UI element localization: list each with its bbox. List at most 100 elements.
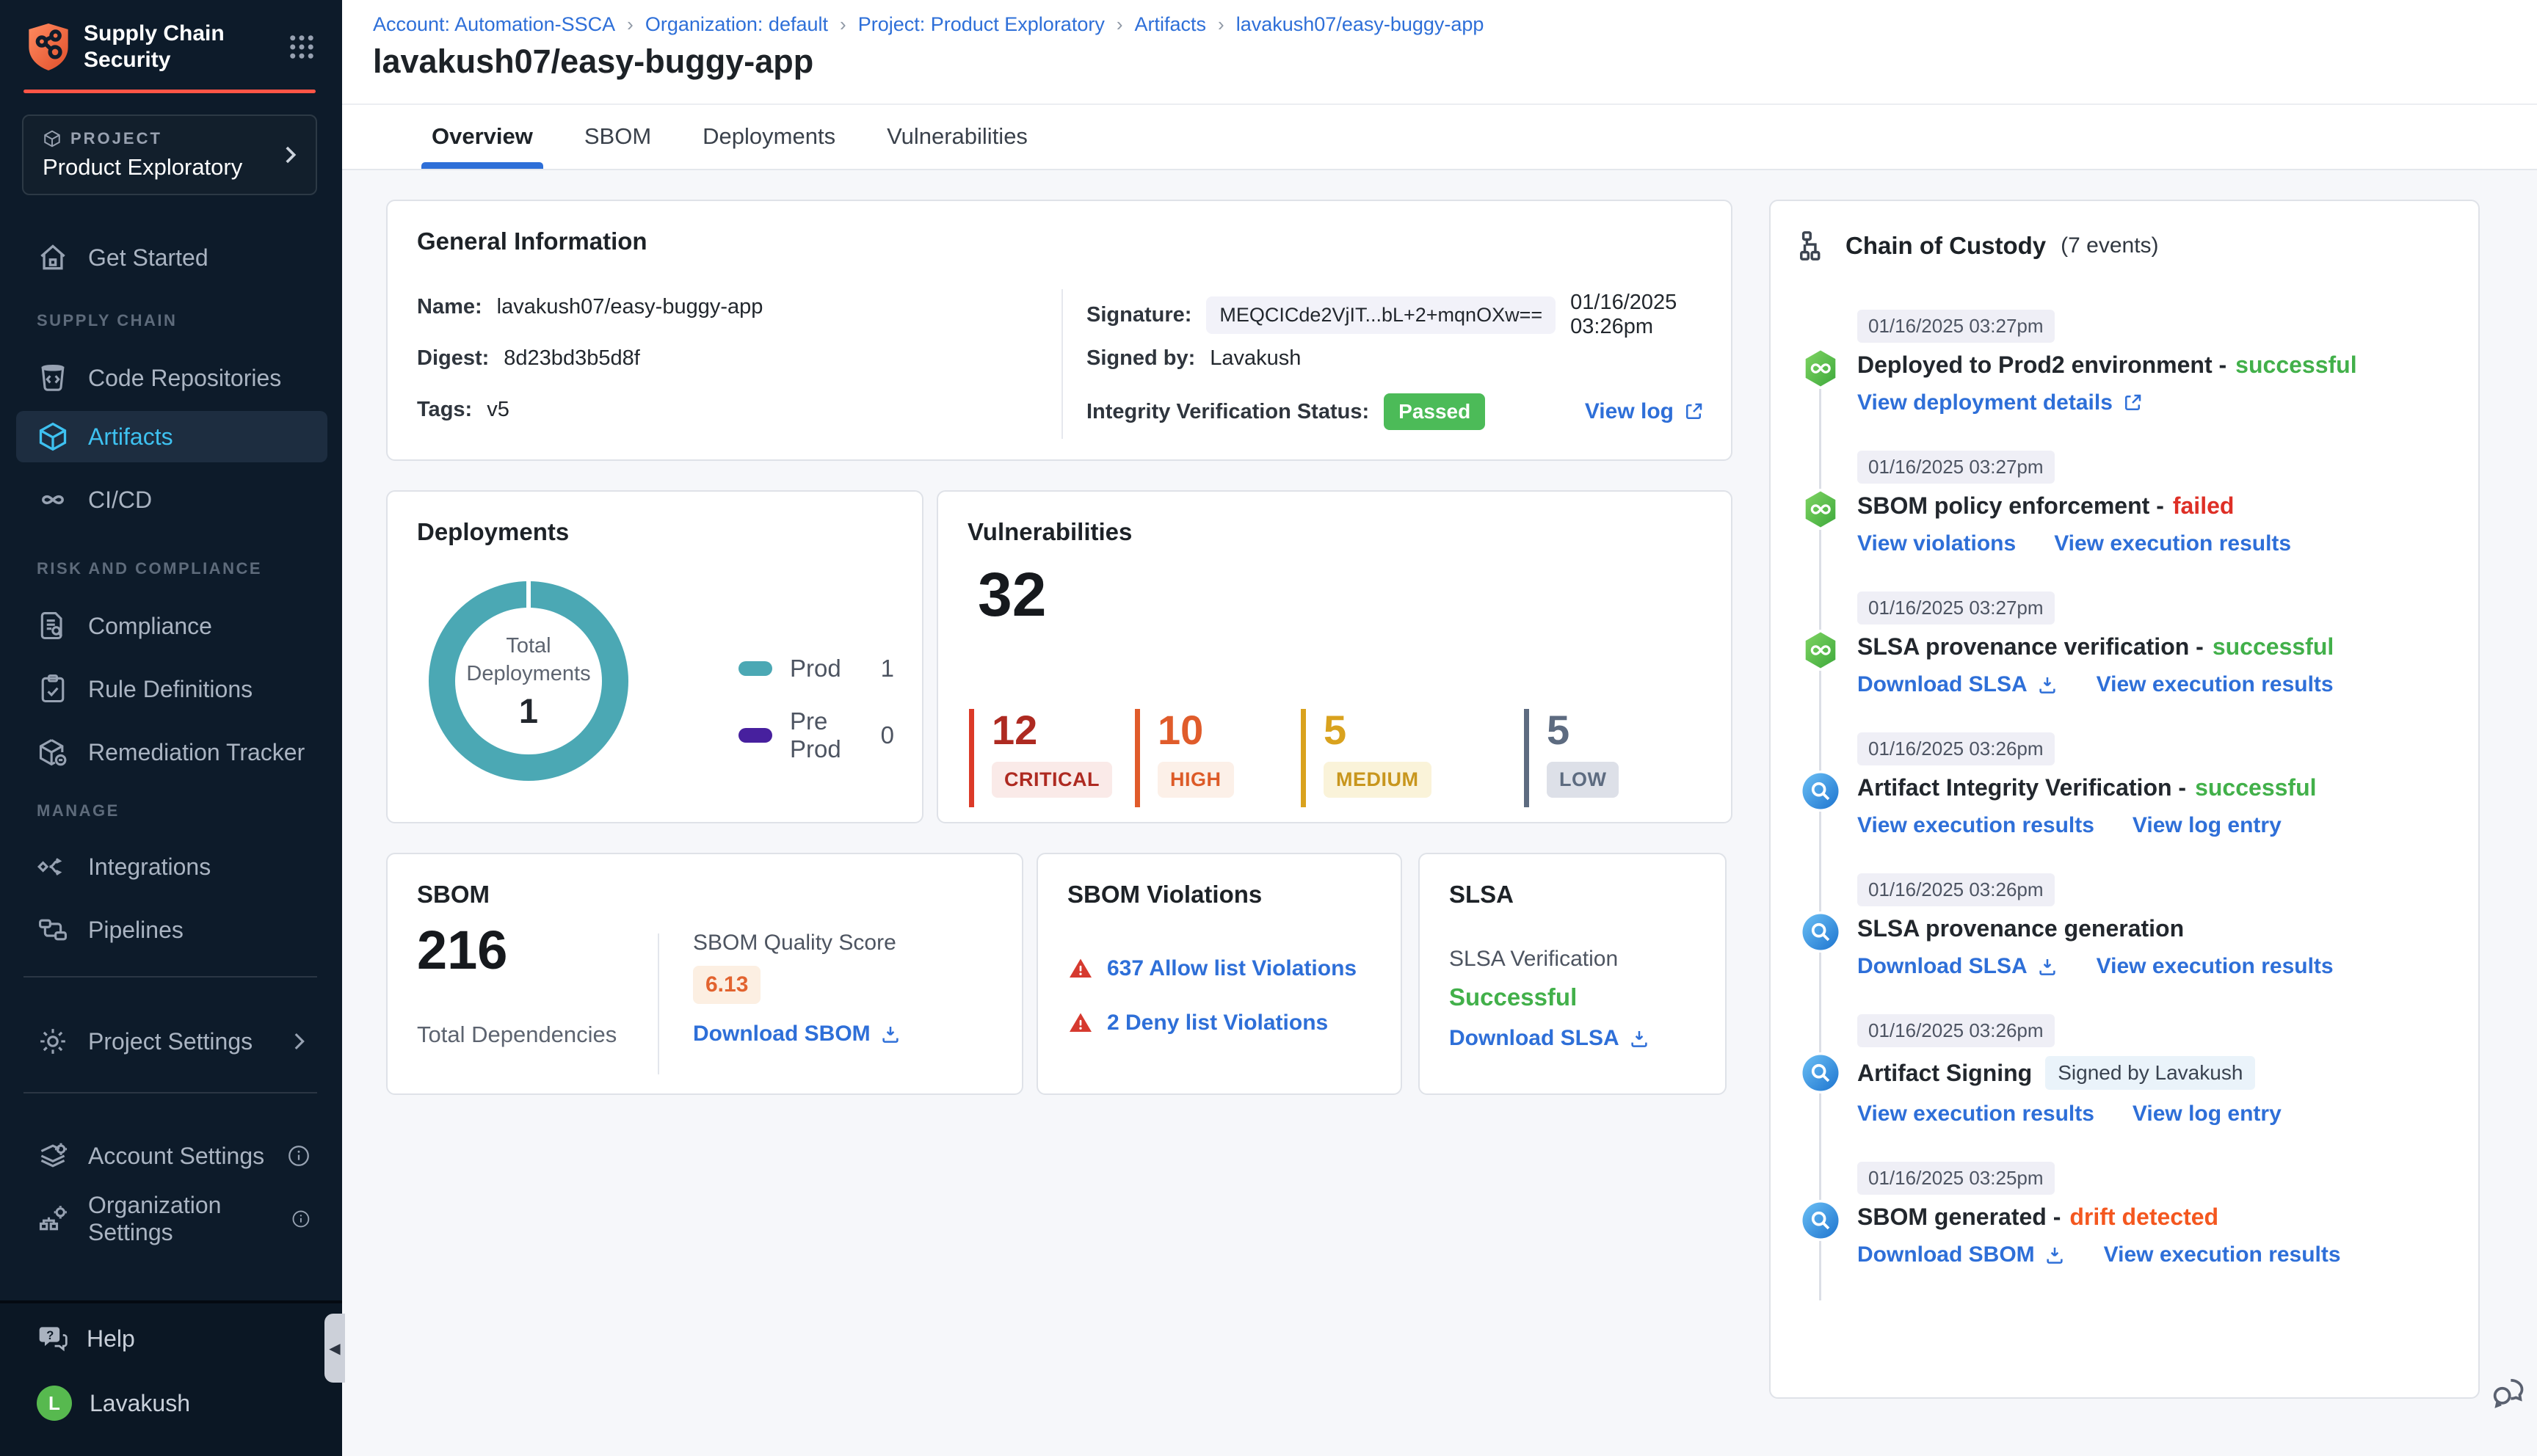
- deny-list-violations-link[interactable]: 2 Deny list Violations: [1107, 1011, 1328, 1035]
- sidebar-item-integrations[interactable]: Integrations: [16, 841, 327, 892]
- shield-logo-icon: [29, 23, 68, 70]
- view-log-entry-link[interactable]: View log entry: [2133, 813, 2282, 838]
- sidebar-item-project-settings[interactable]: Project Settings: [16, 1016, 327, 1067]
- project-selector[interactable]: PROJECT Product Exploratory: [22, 114, 317, 195]
- pipeline-hexagon-icon: [1800, 489, 1841, 530]
- chain-of-custody-panel: Chain of Custody (7 events) 01/16/2025 0…: [1769, 200, 2480, 1399]
- event-timestamp: 01/16/2025 03:26pm: [1857, 873, 2055, 906]
- sidebar-item-account-settings[interactable]: Account Settings: [16, 1130, 327, 1182]
- sidebar-item-pipelines[interactable]: Pipelines: [16, 904, 327, 956]
- download-slsa-link[interactable]: Download SLSA: [1857, 954, 2058, 979]
- breadcrumb-separator: ›: [1116, 13, 1123, 35]
- download-sbom-link[interactable]: Download SBOM: [1857, 1242, 2066, 1267]
- view-violations-link[interactable]: View violations: [1857, 531, 2016, 556]
- signed-by-value: Lavakush: [1210, 346, 1302, 370]
- sidebar-item-get-started[interactable]: Get Started: [16, 232, 327, 283]
- sidebar-item-rule-definitions[interactable]: Rule Definitions: [16, 663, 327, 715]
- tags-label: Tags:: [417, 398, 473, 421]
- breadcrumb-organization[interactable]: Organization: default: [645, 13, 828, 36]
- chevron-right-icon: [294, 1033, 305, 1050]
- allow-list-violations-link[interactable]: 637 Allow list Violations: [1107, 956, 1357, 981]
- download-slsa-link[interactable]: Download SLSA: [1857, 672, 2058, 697]
- view-execution-results-link[interactable]: View execution results: [2104, 1242, 2341, 1267]
- view-execution-results-link[interactable]: View execution results: [1857, 813, 2094, 838]
- download-icon: [2047, 1248, 2063, 1264]
- gear-icon: [40, 1029, 65, 1054]
- breadcrumb-current[interactable]: lavakush07/easy-buggy-app: [1236, 13, 1484, 36]
- breadcrumb-project[interactable]: Project: Product Exploratory: [858, 13, 1105, 36]
- view-log-entry-link[interactable]: View log entry: [2133, 1102, 2282, 1126]
- event-status: successful: [2235, 352, 2357, 378]
- card-title: Deployments: [417, 518, 570, 545]
- severity-badge: MEDIUM: [1324, 762, 1431, 798]
- integrity-status-label: Integrity Verification Status:: [1086, 399, 1370, 423]
- tab-bar: Overview SBOM Deployments Vulnerabilitie…: [421, 104, 1035, 169]
- signature-label: Signature:: [1086, 302, 1192, 327]
- view-log-link[interactable]: View log: [1585, 399, 1705, 424]
- breadcrumb-account[interactable]: Account: Automation-SSCA: [373, 13, 615, 36]
- svg-text:?: ?: [46, 1329, 54, 1342]
- event-timestamp: 01/16/2025 03:27pm: [1857, 310, 2055, 343]
- sidebar-item-artifacts[interactable]: Artifacts: [16, 411, 327, 462]
- support-chat-icon[interactable]: [2489, 1371, 2530, 1412]
- severity-medium: 5 MEDIUM: [1301, 709, 1431, 807]
- tab-vulnerabilities[interactable]: Vulnerabilities: [879, 104, 1035, 169]
- breadcrumb-artifacts[interactable]: Artifacts: [1135, 13, 1207, 36]
- legend-item-preprod: Pre Prod 0: [738, 707, 894, 763]
- sidebar-item-cicd[interactable]: CI/CD: [16, 474, 327, 525]
- sbom-violations-card: SBOM Violations 637 Allow list Violation…: [1037, 853, 1402, 1095]
- view-execution-results-link[interactable]: View execution results: [2097, 954, 2334, 979]
- user-menu[interactable]: L Lavakush: [37, 1386, 190, 1421]
- sidebar-collapse-handle[interactable]: ◀: [324, 1314, 345, 1383]
- preprod-count: 0: [880, 721, 894, 749]
- coc-event-artifact-signing: 01/16/2025 03:26pm Artifact Signing Sign…: [1800, 1014, 2452, 1126]
- help-label: Help: [87, 1325, 135, 1352]
- sidebar-item-remediation-tracker[interactable]: Remediation Tracker: [16, 727, 327, 778]
- tab-sbom[interactable]: SBOM: [577, 104, 658, 169]
- vertical-divider: [1061, 289, 1063, 439]
- breadcrumb-separator: ›: [840, 13, 846, 35]
- tab-overview[interactable]: Overview: [421, 104, 543, 169]
- vulnerabilities-card: Vulnerabilities 32 12 CRITICAL 10 HIGH 5…: [937, 490, 1732, 823]
- apps-grid-icon[interactable]: [286, 32, 317, 62]
- sbom-quality-score-label: SBOM Quality Score: [693, 931, 896, 955]
- external-link-icon: [2124, 394, 2141, 410]
- slsa-verification-label: SLSA Verification: [1449, 947, 1619, 971]
- org-chart-icon: [39, 1206, 67, 1231]
- sidebar-item-label: Project Settings: [88, 1027, 253, 1055]
- sidebar-item-compliance[interactable]: Compliance: [16, 600, 327, 652]
- view-execution-results-link[interactable]: View execution results: [2054, 531, 2291, 556]
- info-icon[interactable]: [286, 1143, 311, 1168]
- help-button[interactable]: ? Help: [37, 1322, 135, 1355]
- view-execution-results-link[interactable]: View execution results: [1857, 1102, 2094, 1126]
- tab-deployments[interactable]: Deployments: [695, 104, 843, 169]
- chain-of-custody-count: (7 events): [2061, 233, 2159, 258]
- breadcrumb-separator: ›: [1218, 13, 1224, 35]
- signature-value: MEQCICde2VjIT...bL+2+mqnOXw==: [1206, 296, 1556, 334]
- download-slsa-link[interactable]: Download SLSA: [1449, 1026, 1650, 1051]
- view-execution-results-link[interactable]: View execution results: [2097, 672, 2334, 697]
- general-information-card: General Information Name: lavakush07/eas…: [386, 200, 1732, 461]
- event-timestamp: 01/16/2025 03:26pm: [1857, 732, 2055, 765]
- vulnerabilities-total: 32: [978, 560, 1047, 629]
- legend-item-prod: Prod 1: [738, 655, 894, 682]
- help-chat-icon: ?: [39, 1327, 68, 1352]
- sidebar-item-organization-settings[interactable]: Organization Settings: [16, 1192, 327, 1245]
- digest-value: 8d23bd3b5d8f: [504, 346, 640, 370]
- sidebar-item-code-repositories[interactable]: Code Repositories: [16, 352, 327, 404]
- document-search-icon: [40, 612, 63, 640]
- view-deployment-details-link[interactable]: View deployment details: [1857, 390, 2144, 415]
- total-deployments-value: 1: [518, 691, 539, 730]
- card-title: General Information: [417, 228, 647, 255]
- sidebar-item-label: Rule Definitions: [88, 675, 253, 702]
- card-title: SBOM Violations: [1067, 881, 1263, 908]
- info-icon[interactable]: [291, 1206, 311, 1231]
- sidebar-section-risk: RISK AND COMPLIANCE: [37, 559, 263, 578]
- name-label: Name:: [417, 295, 482, 318]
- sidebar-item-label: Get Started: [88, 244, 208, 271]
- sidebar-item-label: Organization Settings: [88, 1192, 222, 1245]
- sidebar-item-label: Pipelines: [88, 916, 184, 943]
- download-sbom-link[interactable]: Download SBOM: [693, 1022, 901, 1046]
- scan-circle-icon: [1800, 911, 1841, 953]
- sidebar-item-label: Integrations: [88, 853, 211, 880]
